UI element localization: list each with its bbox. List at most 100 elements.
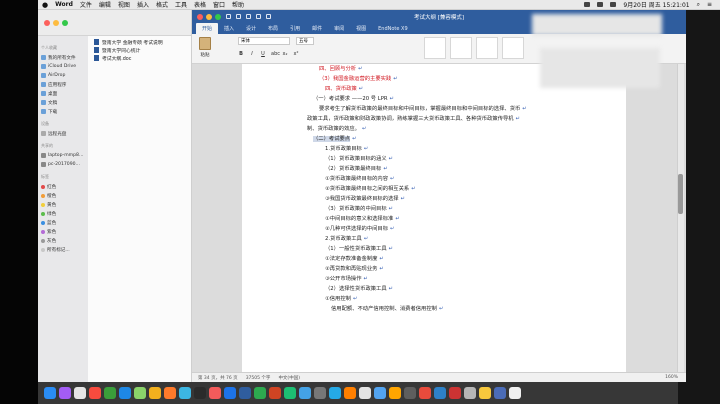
dock-app-icon[interactable]	[44, 387, 56, 399]
tab-references[interactable]: 引用	[284, 23, 306, 34]
dock-app-icon[interactable]	[434, 387, 446, 399]
sidebar-item-remote-disc[interactable]: 远程光盘	[41, 129, 85, 138]
dock-app-icon[interactable]	[494, 387, 506, 399]
dock-app-icon[interactable]	[419, 387, 431, 399]
sidebar-item-desktop[interactable]: 桌面	[41, 89, 85, 98]
menu-view[interactable]: 视图	[118, 0, 130, 9]
page-count[interactable]: 第 34 页，共 76 页	[198, 375, 238, 381]
app-menu[interactable]: Word	[55, 1, 73, 8]
zoom-level[interactable]: 160%	[665, 375, 686, 380]
scroll-thumb[interactable]	[678, 174, 683, 214]
tab-endnote[interactable]: EndNote X9	[372, 24, 414, 34]
vertical-scrollbar[interactable]	[677, 64, 684, 372]
sidebar-tag-2[interactable]: 黄色	[41, 200, 85, 209]
dock-app-icon[interactable]	[224, 387, 236, 399]
menubar-clock[interactable]: 9月20日 周五 15:21:01	[623, 0, 689, 9]
wifi-icon[interactable]	[584, 2, 591, 7]
sidebar-item-airdrop[interactable]: AirDrop	[41, 71, 85, 80]
dock-app-icon[interactable]	[359, 387, 371, 399]
dock-app-icon[interactable]	[464, 387, 476, 399]
bold-button[interactable]: B	[238, 51, 244, 57]
tab-mailings[interactable]: 邮件	[306, 23, 328, 34]
dock-app-icon[interactable]	[404, 387, 416, 399]
sidebar-tag-4[interactable]: 蓝色	[41, 218, 85, 227]
sidebar-tag-5[interactable]: 紫色	[41, 227, 85, 236]
apple-menu-icon[interactable]: ●	[42, 1, 48, 9]
superscript-button[interactable]: x²	[293, 51, 299, 57]
dock-app-icon[interactable]	[59, 387, 71, 399]
file-item[interactable]: 暨南大学 金融专硕 考试说明	[90, 38, 189, 46]
dock-app-icon[interactable]	[254, 387, 266, 399]
menu-table[interactable]: 表格	[194, 0, 206, 9]
sidebar-item-all-files[interactable]: 我的所有文件	[41, 53, 85, 62]
dock-app-icon[interactable]	[194, 387, 206, 399]
underline-button[interactable]: U	[260, 51, 266, 57]
dock-app-icon[interactable]	[164, 387, 176, 399]
dock-app-icon[interactable]	[344, 387, 356, 399]
tab-layout[interactable]: 布局	[262, 23, 284, 34]
subscript-button[interactable]: x₂	[282, 51, 288, 57]
tab-insert[interactable]: 插入	[218, 23, 240, 34]
sidebar-item-laptop[interactable]: laptop-mmp8...	[41, 151, 85, 160]
dock-app-icon[interactable]	[449, 387, 461, 399]
sidebar-tag-1[interactable]: 橙色	[41, 191, 85, 200]
sidebar-tag-6[interactable]: 灰色	[41, 236, 85, 245]
menu-format[interactable]: 格式	[156, 0, 168, 9]
menu-window[interactable]: 窗口	[213, 0, 225, 9]
sidebar-item-icloud[interactable]: iCloud Drive	[41, 62, 85, 71]
menu-tools[interactable]: 工具	[175, 0, 187, 9]
dock-app-icon[interactable]	[509, 387, 521, 399]
dock-app-icon[interactable]	[329, 387, 341, 399]
tab-design[interactable]: 设计	[240, 23, 262, 34]
dock-app-icon[interactable]	[209, 387, 221, 399]
dock-app-icon[interactable]	[374, 387, 386, 399]
menu-file[interactable]: 文件	[80, 0, 92, 9]
sidebar-tag-0[interactable]: 红色	[41, 182, 85, 191]
dock-app-icon[interactable]	[149, 387, 161, 399]
italic-button[interactable]: I	[249, 51, 255, 57]
dock-app-icon[interactable]	[299, 387, 311, 399]
minimize-icon[interactable]	[53, 19, 59, 26]
dock-app-icon[interactable]	[479, 387, 491, 399]
dock-app-icon[interactable]	[179, 387, 191, 399]
menu-insert[interactable]: 插入	[137, 0, 149, 9]
sidebar-item-pc[interactable]: pc-2017090...	[41, 160, 85, 169]
dock-app-icon[interactable]	[134, 387, 146, 399]
menu-edit[interactable]: 编辑	[99, 0, 111, 9]
file-item[interactable]: 暨南大学同心统计	[90, 46, 189, 54]
sidebar-tag-7[interactable]: 所有标记...	[41, 245, 85, 254]
font-size-select[interactable]: 五号	[296, 37, 314, 45]
dock-app-icon[interactable]	[104, 387, 116, 399]
dock-app-icon[interactable]	[314, 387, 326, 399]
language[interactable]: 中文(中国)	[278, 375, 300, 381]
dock-app-icon[interactable]	[239, 387, 251, 399]
maximize-icon[interactable]	[62, 19, 68, 26]
close-icon[interactable]	[44, 19, 50, 26]
dock-app-icon[interactable]	[89, 387, 101, 399]
control-center-icon[interactable]: ≡	[707, 1, 712, 8]
menu-help[interactable]: 帮助	[232, 0, 244, 9]
strikethrough-button[interactable]: abc	[271, 51, 280, 57]
dock-app-icon[interactable]	[119, 387, 131, 399]
font-name-select[interactable]: 宋体	[238, 37, 290, 45]
dock-app-icon[interactable]	[74, 387, 86, 399]
search-icon[interactable]: ⌕	[697, 1, 700, 9]
style-item[interactable]	[424, 37, 446, 59]
style-item[interactable]	[450, 37, 472, 59]
dock-app-icon[interactable]	[269, 387, 281, 399]
file-item[interactable]: 考试大纲.doc	[90, 54, 189, 62]
tab-view[interactable]: 视图	[350, 23, 372, 34]
word-count[interactable]: 37505 个字	[246, 375, 271, 381]
document-page[interactable]: 四、回顾与分析 ↵ （3）我国金融运营的主要实践 ↵ 四、货币政策 ↵ （一）考试要求 …	[242, 64, 626, 372]
paste-button[interactable]: 粘贴	[196, 37, 214, 61]
sidebar-tag-3[interactable]: 绿色	[41, 209, 85, 218]
style-item[interactable]	[476, 37, 498, 59]
battery-icon[interactable]	[597, 2, 604, 7]
sidebar-item-downloads[interactable]: 下载	[41, 107, 85, 116]
tab-review[interactable]: 审阅	[328, 23, 350, 34]
dock-app-icon[interactable]	[389, 387, 401, 399]
volume-icon[interactable]	[610, 2, 617, 7]
sidebar-item-documents[interactable]: 文稿	[41, 98, 85, 107]
dock-app-icon[interactable]	[284, 387, 296, 399]
sidebar-item-applications[interactable]: 应用程序	[41, 80, 85, 89]
